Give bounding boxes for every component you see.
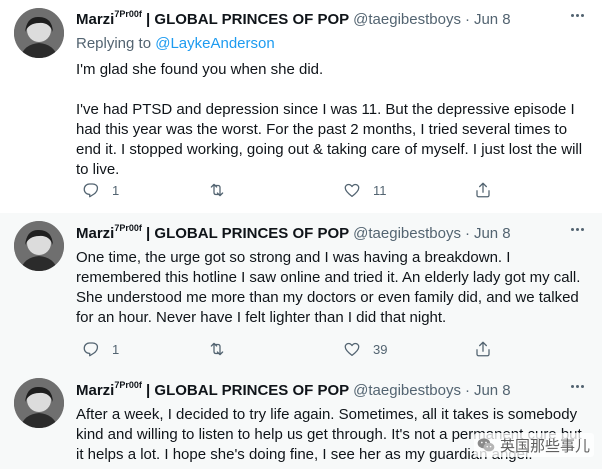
tweet-2[interactable]: Marzi7Pr00f | GLOBAL PRINCES OF POP @tae… [0,213,602,371]
tweet-text: I'm glad she found you when she did. I'v… [76,61,583,178]
more-options-icon[interactable] [566,5,588,25]
retweet-button[interactable] [208,181,238,199]
separator-dot: · [464,225,470,242]
name-superscript: 7Pr00f [114,9,142,19]
name-superscript: 7Pr00f [114,223,142,233]
tweet-date[interactable]: Jun 8 [474,224,511,244]
avatar[interactable] [14,378,64,428]
more-options-icon[interactable] [566,219,588,239]
share-button[interactable] [474,340,492,358]
more-options-icon[interactable] [566,376,588,396]
reply-button[interactable]: 1 [82,181,119,199]
user-handle[interactable]: @taegibestboys [353,224,461,244]
tweet-header: Marzi7Pr00f | GLOBAL PRINCES OF POP @tae… [76,5,590,30]
share-icon [474,340,492,358]
display-name[interactable]: Marzi7Pr00f | GLOBAL PRINCES OF POP [76,5,349,30]
tweet-header: Marzi7Pr00f | GLOBAL PRINCES OF POP @tae… [76,219,590,244]
heart-icon [343,340,361,358]
reply-count: 1 [112,341,120,357]
like-button[interactable]: 11 [343,181,387,199]
retweet-icon [208,181,226,199]
retweet-icon [208,340,226,358]
tweet-date[interactable]: Jun 8 [474,381,511,401]
replying-to-label: Replying to [76,35,152,52]
like-count: 39 [373,341,388,357]
watermark-text: 英国那些事儿 [499,436,590,455]
avatar[interactable] [14,221,64,271]
user-handle[interactable]: @taegibestboys [353,10,461,30]
like-button[interactable]: 39 [343,340,387,358]
display-name[interactable]: Marzi7Pr00f | GLOBAL PRINCES OF POP [76,376,349,401]
share-button[interactable] [474,181,492,199]
reply-button[interactable]: 1 [82,340,119,358]
name-superscript: 7Pr00f [114,380,142,390]
replying-to: Replying to @LaykeAnderson [76,34,590,54]
mention-link[interactable]: @LaykeAnderson [155,35,274,52]
avatar[interactable] [14,8,64,58]
user-handle[interactable]: @taegibestboys [353,381,461,401]
reply-count: 1 [112,182,120,198]
watermark: 英国那些事儿 [473,433,594,457]
retweet-button[interactable] [208,340,238,358]
display-name[interactable]: Marzi7Pr00f | GLOBAL PRINCES OF POP [76,219,349,244]
share-icon [474,181,492,199]
tweet-1[interactable]: Marzi7Pr00f | GLOBAL PRINCES OF POP @tae… [0,0,602,213]
reply-icon [82,181,100,199]
heart-icon [343,181,361,199]
tweet-text: One time, the urge got so strong and I w… [76,249,581,326]
separator-dot: · [464,11,470,28]
tweet-header: Marzi7Pr00f | GLOBAL PRINCES OF POP @tae… [76,376,590,401]
separator-dot: · [464,382,470,399]
like-count: 11 [373,182,387,198]
wechat-logo-icon [476,435,500,455]
tweet-date[interactable]: Jun 8 [474,10,511,30]
reply-icon [82,340,100,358]
